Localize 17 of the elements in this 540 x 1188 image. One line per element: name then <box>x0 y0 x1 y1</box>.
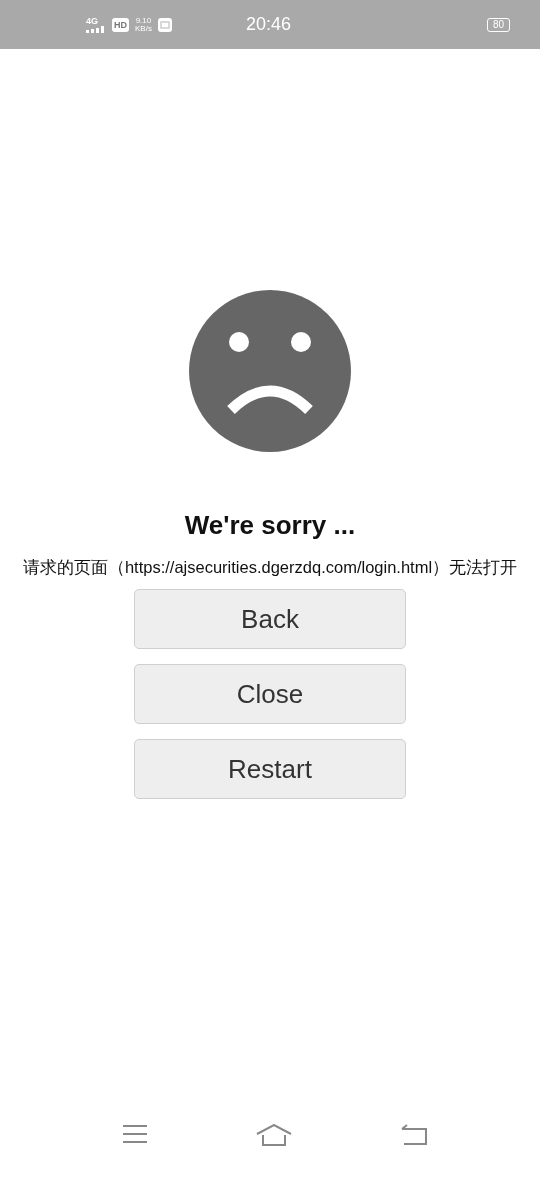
menu-icon[interactable] <box>122 1124 148 1144</box>
network-type: 4G <box>86 16 99 26</box>
error-message: 请求的页面（https://ajsecurities.dgerzdq.com/login.html）无法打开 <box>21 557 519 577</box>
action-button[interactable]: Close <box>134 664 406 724</box>
hd-badge: HD <box>112 17 129 32</box>
home-icon[interactable] <box>256 1124 292 1146</box>
battery-level: 80 <box>486 17 510 32</box>
speed-unit: KB/s <box>135 24 152 33</box>
action-button[interactable]: Restart <box>134 739 406 799</box>
signal-icon <box>86 25 106 33</box>
app-icon <box>157 17 172 32</box>
back-icon[interactable] <box>400 1124 428 1146</box>
error-title: We're sorry ... <box>184 510 356 541</box>
action-button[interactable]: Back <box>134 589 406 649</box>
speed-value: 9.10 <box>135 16 152 25</box>
sad-face-icon <box>189 290 351 452</box>
clock: 20:46 <box>245 14 291 35</box>
